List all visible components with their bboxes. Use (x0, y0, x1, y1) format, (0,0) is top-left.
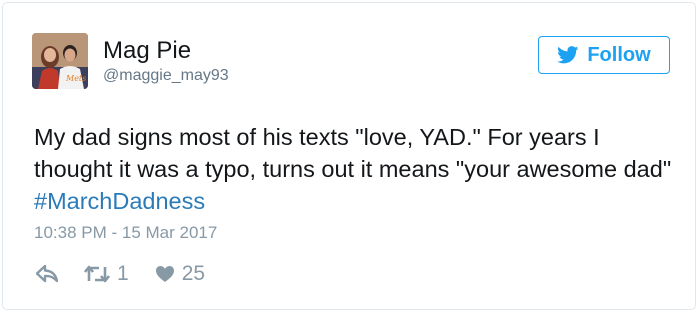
hashtag-link[interactable]: #MarchDadness (34, 188, 205, 214)
avatar-photo: Mets (32, 33, 88, 89)
follow-label: Follow (587, 43, 651, 66)
avatar[interactable]: Mets (32, 33, 88, 89)
tweet-body: My dad signs most of his texts "love, YA… (34, 124, 672, 182)
tweet-timestamp[interactable]: 10:38 PM - 15 Mar 2017 (34, 222, 217, 244)
retweet-count: 1 (117, 262, 129, 285)
username[interactable]: @maggie_may93 (103, 66, 229, 86)
tweet-card: Mets Mag Pie @maggie_may93 Follow My dad… (2, 2, 696, 310)
reply-button[interactable] (36, 265, 58, 283)
retweet-button[interactable]: 1 (84, 262, 129, 286)
heart-icon (155, 265, 175, 283)
tweet-text: My dad signs most of his texts "love, YA… (34, 121, 684, 217)
display-name[interactable]: Mag Pie (103, 37, 191, 65)
reply-icon (36, 265, 58, 283)
like-count: 25 (181, 262, 206, 285)
svg-text:Mets: Mets (65, 74, 86, 83)
retweet-icon (84, 264, 110, 284)
like-button[interactable]: 25 (155, 262, 205, 286)
twitter-bird-icon (557, 46, 579, 64)
tweet-actions: 1 25 (36, 259, 205, 289)
follow-button[interactable]: Follow (538, 36, 670, 74)
